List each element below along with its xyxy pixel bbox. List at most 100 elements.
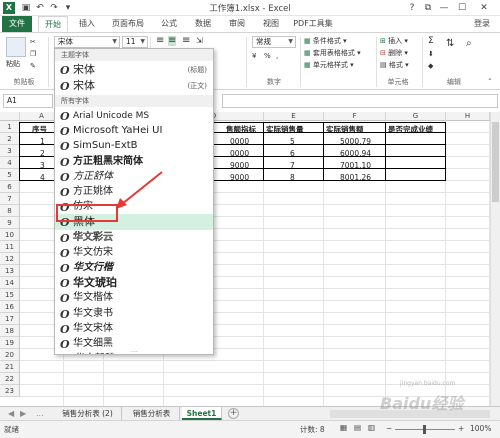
row-header[interactable]: 4 — [0, 157, 20, 169]
table-cell[interactable]: 5000.79 — [340, 136, 371, 148]
tab-home[interactable]: 开始 — [38, 16, 68, 32]
currency-icon[interactable]: ¥ — [252, 51, 256, 61]
header-actual-qty[interactable]: 实际销售量 — [266, 124, 304, 136]
table-cell[interactable]: 0000 — [230, 136, 249, 148]
header-sales-target[interactable]: 售额指标 — [226, 124, 256, 136]
align-bottom-icon[interactable]: ≡ — [182, 36, 190, 46]
login-link[interactable]: 登录 — [474, 16, 490, 32]
table-cell[interactable]: 8001.26 — [340, 172, 371, 184]
chevron-down-icon[interactable]: ▼ — [140, 37, 145, 47]
sheet-tab[interactable]: 销售分析表 (2) — [54, 407, 122, 420]
add-sheet-button[interactable]: + — [228, 408, 239, 419]
sheet-next-icon[interactable]: ▶ — [20, 407, 26, 421]
font-option[interactable]: O Arial Unicode MS — [55, 108, 213, 124]
cut-icon[interactable]: ✂ — [30, 37, 36, 47]
table-cell[interactable]: 9000 — [230, 160, 249, 172]
header-seq[interactable]: 序号 — [32, 124, 47, 136]
resize-grip[interactable]: .... — [55, 348, 213, 354]
table-cell[interactable]: 0000 — [230, 148, 249, 160]
font-name-combo[interactable]: 宋体 ▼ — [54, 36, 120, 48]
font-option[interactable]: O 华文楷体 — [55, 290, 213, 306]
tab-data[interactable]: 数据 — [188, 16, 218, 32]
column-header-f[interactable]: F — [324, 112, 386, 121]
font-option[interactable]: O 华文仿宋 — [55, 245, 213, 261]
row-header[interactable]: 19 — [0, 337, 20, 349]
row-header[interactable]: 17 — [0, 313, 20, 325]
table-cell[interactable]: 8 — [290, 172, 295, 184]
table-cell[interactable]: 6 — [290, 148, 295, 160]
align-top-icon[interactable]: ≡ — [156, 36, 164, 46]
row-header[interactable]: 20 — [0, 349, 20, 361]
tab-view[interactable]: 视图 — [256, 16, 286, 32]
row-header[interactable]: 14 — [0, 277, 20, 289]
font-option[interactable]: O 华文隶书 — [55, 306, 213, 322]
comma-button[interactable]: , — [276, 51, 278, 61]
row-header[interactable]: 8 — [0, 205, 20, 217]
column-header-g[interactable]: G — [386, 112, 446, 121]
tab-page-layout[interactable]: 页面布局 — [106, 16, 150, 32]
font-option[interactable]: O 宋体 (正文) — [55, 78, 213, 94]
maximize-button[interactable]: ☐ — [454, 0, 470, 16]
font-option[interactable]: O 宋体 (标题) — [55, 62, 213, 78]
column-header-h[interactable]: H — [446, 112, 490, 121]
zoom-out-button[interactable]: − — [386, 424, 392, 433]
sort-filter-icon[interactable]: ⇅ — [446, 39, 454, 49]
table-cell[interactable]: 3 — [40, 160, 45, 172]
tab-pdf-tools[interactable]: PDF工具集 — [290, 16, 336, 32]
table-cell[interactable]: 7 — [290, 160, 295, 172]
font-option[interactable]: O 华文宋体 — [55, 321, 213, 337]
row-header[interactable]: 23 — [0, 385, 20, 397]
help-button[interactable]: ? — [404, 0, 420, 16]
sheet-prev-icon[interactable]: ◀ — [8, 407, 14, 421]
clear-icon[interactable]: ◆ — [428, 61, 433, 71]
row-header[interactable]: 3 — [0, 145, 20, 157]
font-option[interactable]: O 华文琥珀 — [55, 275, 213, 291]
insert-cells-button[interactable]: ⊞ 插入 ▾ — [380, 36, 408, 46]
select-all-button[interactable] — [0, 112, 20, 121]
fill-icon[interactable]: ⬇ — [428, 49, 434, 59]
font-option[interactable]: O Microsoft YaHei UI — [55, 123, 213, 139]
row-header[interactable]: 9 — [0, 217, 20, 229]
format-painter-icon[interactable]: ✎ — [30, 61, 36, 71]
row-header[interactable]: 22 — [0, 373, 20, 385]
page-break-view-icon[interactable]: ▥ — [368, 423, 375, 432]
name-box[interactable]: A1 — [3, 94, 53, 108]
conditional-format-button[interactable]: ▦ 条件格式 ▾ — [304, 36, 347, 46]
vertical-scrollbar[interactable] — [490, 112, 500, 406]
row-header[interactable]: 10 — [0, 229, 20, 241]
table-cell[interactable]: 7001.10 — [340, 160, 371, 172]
row-header[interactable]: 2 — [0, 133, 20, 145]
row-header[interactable]: 13 — [0, 265, 20, 277]
table-format-button[interactable]: ▦ 套用表格格式 ▾ — [304, 48, 361, 58]
row-header[interactable]: 5 — [0, 169, 20, 181]
header-actual-amount[interactable]: 实际销售额 — [326, 124, 364, 136]
table-cell[interactable]: 1 — [40, 136, 45, 148]
table-cell[interactable]: 6000.94 — [340, 148, 371, 160]
row-header[interactable]: 21 — [0, 361, 20, 373]
header-target-met[interactable]: 是否完成业绩 — [388, 124, 433, 136]
normal-view-icon[interactable]: ▦ — [340, 423, 347, 432]
table-cell[interactable]: 4 — [40, 172, 45, 184]
row-header[interactable]: 11 — [0, 241, 20, 253]
tab-formulas[interactable]: 公式 — [154, 16, 184, 32]
tab-insert[interactable]: 插入 — [72, 16, 102, 32]
wrap-text-icon[interactable]: ⇲ — [196, 36, 203, 46]
autosum-button[interactable]: Σ — [428, 36, 434, 46]
tab-file[interactable]: 文件 — [2, 16, 32, 32]
table-cell[interactable]: 5 — [290, 136, 295, 148]
number-format-combo[interactable]: 常规 ▼ — [252, 36, 296, 48]
sheet-tab-active[interactable]: Sheet1 — [182, 407, 222, 420]
collapse-ribbon-icon[interactable]: ˄ — [488, 77, 492, 87]
row-header[interactable]: 12 — [0, 253, 20, 265]
font-size-combo[interactable]: 11 ▼ — [122, 36, 148, 48]
close-button[interactable]: ✕ — [476, 0, 492, 16]
cell-styles-button[interactable]: ▦ 单元格样式 ▾ — [304, 60, 354, 70]
font-option[interactable]: O 华文行楷 — [55, 260, 213, 276]
chevron-down-icon[interactable]: ▼ — [112, 37, 117, 47]
row-header[interactable]: 16 — [0, 301, 20, 313]
minimize-button[interactable]: — — [436, 0, 452, 16]
zoom-in-button[interactable]: + — [458, 424, 464, 433]
paste-button[interactable]: 粘贴 — [6, 59, 20, 69]
tab-review[interactable]: 审阅 — [222, 16, 252, 32]
font-option[interactable]: O 华文彩云 — [55, 230, 213, 246]
